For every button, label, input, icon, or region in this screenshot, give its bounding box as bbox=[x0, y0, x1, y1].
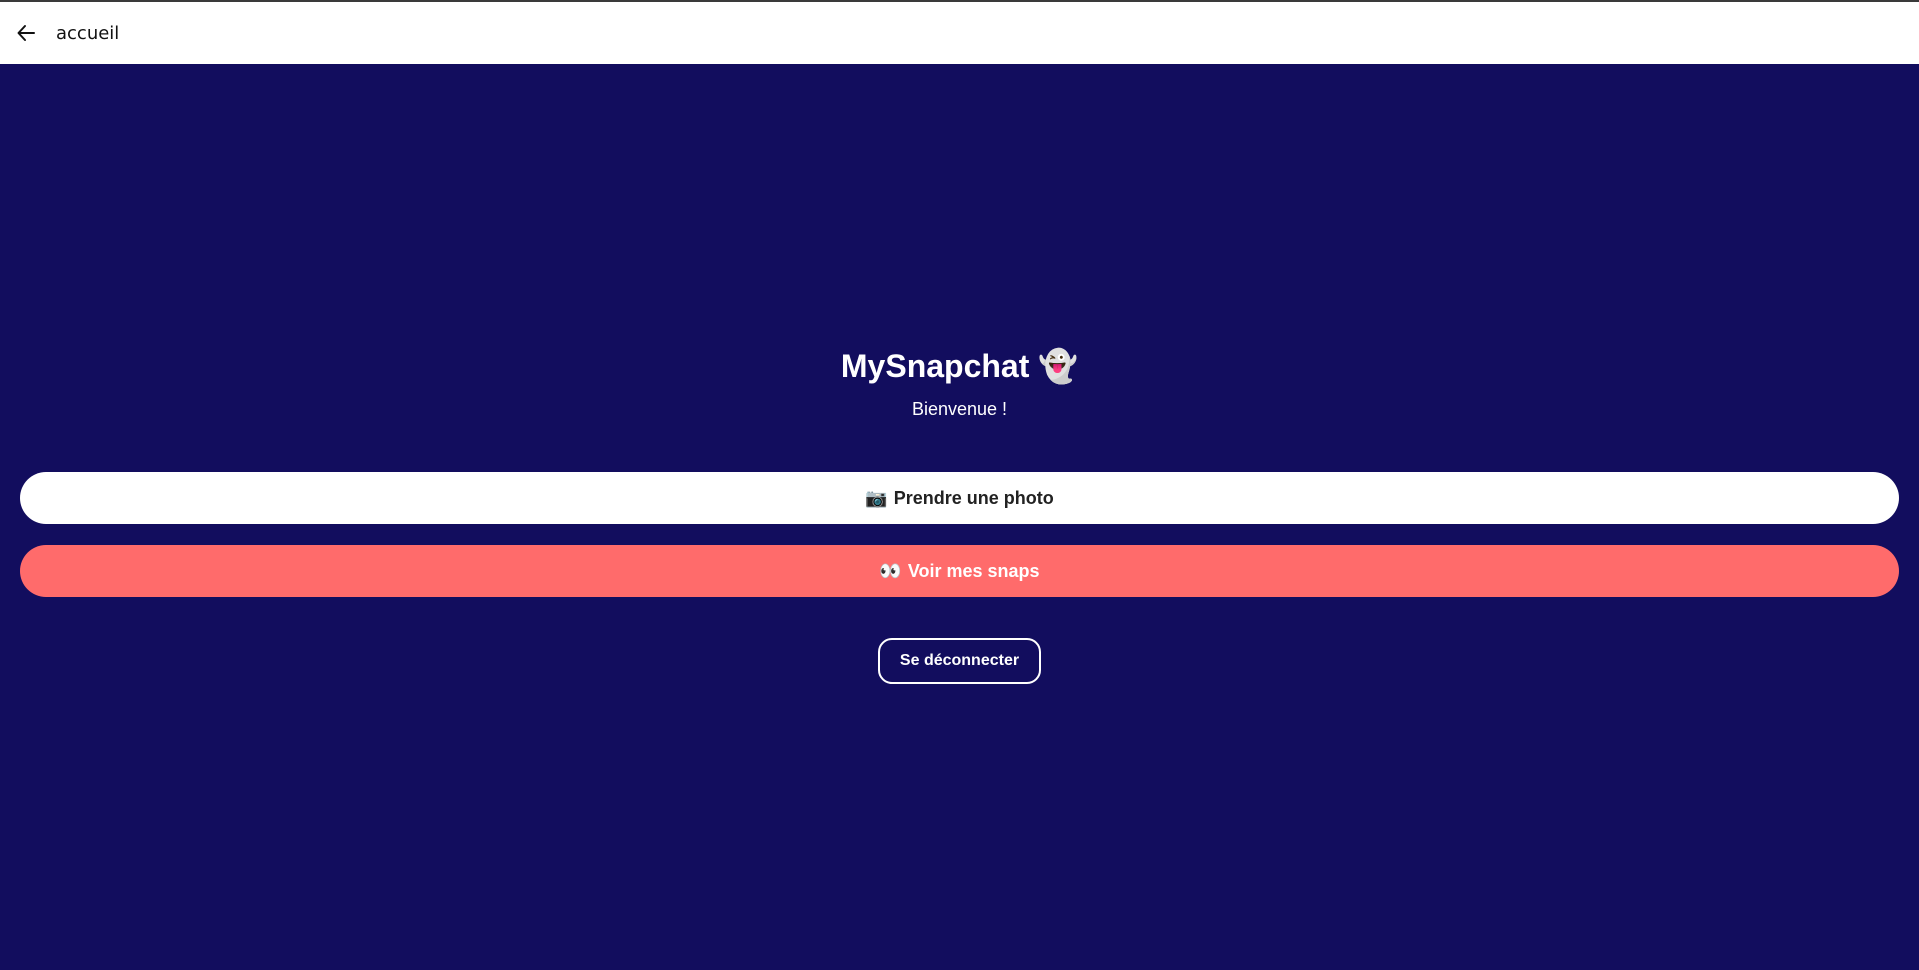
take-photo-label: Prendre une photo bbox=[893, 487, 1054, 508]
eyes-icon: 👀 bbox=[879, 560, 902, 582]
home-screen: MySnapchat 👻 Bienvenue ! 📷 Prendre une p… bbox=[0, 64, 1919, 970]
view-snaps-button[interactable]: 👀 Voir mes snaps bbox=[20, 545, 1899, 597]
take-photo-button[interactable]: 📷 Prendre une photo bbox=[20, 472, 1899, 524]
ghost-icon: 👻 bbox=[1038, 347, 1079, 385]
view-snaps-label: Voir mes snaps bbox=[907, 560, 1040, 581]
back-button[interactable] bbox=[14, 21, 38, 45]
welcome-text: Bienvenue ! bbox=[911, 399, 1008, 419]
arrow-left-icon bbox=[17, 25, 35, 41]
app-header: accueil bbox=[0, 0, 1919, 64]
app-title: MySnapchat 👻 bbox=[0, 346, 1919, 386]
app-title-text: MySnapchat bbox=[840, 348, 1030, 384]
header-title: accueil bbox=[56, 22, 120, 44]
camera-icon: 📷 bbox=[865, 487, 888, 509]
logout-button[interactable]: Se déconnecter bbox=[878, 638, 1041, 684]
